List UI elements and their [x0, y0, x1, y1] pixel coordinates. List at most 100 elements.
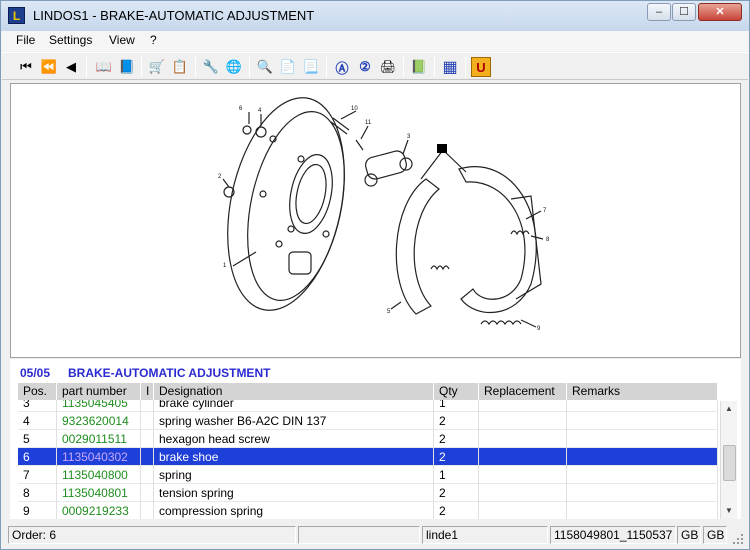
- toolbar-separator: [195, 57, 196, 77]
- scroll-thumb[interactable]: [723, 445, 736, 481]
- cell-replacement: [479, 466, 567, 484]
- green-book-button[interactable]: 📗: [409, 57, 429, 77]
- callout-11: 11: [365, 120, 372, 126]
- col-pos-label[interactable]: Pos.: [18, 383, 57, 400]
- minimize-button[interactable]: –: [647, 3, 671, 21]
- vertical-scrollbar[interactable]: ▲ ▼: [720, 401, 737, 519]
- cell-designation: brake shoe: [154, 448, 434, 466]
- zoom-button[interactable]: 🔍: [255, 57, 275, 77]
- callout-1: 1: [223, 263, 227, 269]
- scroll-up-icon[interactable]: ▲: [721, 401, 737, 417]
- print-button[interactable]: 🖨: [378, 57, 398, 77]
- window-title: LINDOS1 - BRAKE-AUTOMATIC ADJUSTMENT: [33, 8, 315, 23]
- cell-i: [141, 430, 154, 448]
- cell-part-number: 0009219233: [57, 502, 141, 519]
- cart-button[interactable]: 🛒: [147, 57, 167, 77]
- page-icon: 📄: [279, 59, 297, 74]
- col-qty-label[interactable]: Qty: [434, 383, 479, 400]
- cell-qty: 2: [434, 484, 479, 502]
- status-order: Order: 6: [8, 526, 296, 544]
- book-forward-button[interactable]: 📘: [117, 57, 137, 77]
- col-i-label[interactable]: I: [141, 383, 154, 400]
- cell-remarks: [567, 502, 718, 519]
- table-row[interactable]: 9 0009219233 compression spring 2: [18, 502, 718, 519]
- checklist-icon: 📋: [171, 59, 189, 74]
- first-page-button[interactable]: ⏮: [16, 57, 36, 77]
- table-row[interactable]: 5 0029011511 hexagon head screw 2: [18, 430, 718, 448]
- first-page-icon: ⏮: [20, 59, 32, 74]
- col-designation-label[interactable]: Designation: [154, 383, 434, 400]
- table-row-selected[interactable]: 6 1135040302 brake shoe 2: [18, 448, 718, 466]
- cell-qty: 2: [434, 448, 479, 466]
- cell-qty: 2: [434, 412, 479, 430]
- menu-bar: File Settings View ?: [2, 31, 748, 51]
- status-lang1: GB: [677, 526, 701, 544]
- search-a-icon: Ⓐ: [335, 60, 349, 76]
- callout-5: 5: [387, 309, 391, 315]
- toolbar-separator: [249, 57, 250, 77]
- blue-grid-button[interactable]: ▦: [440, 57, 460, 77]
- cell-pos: 9: [18, 502, 57, 519]
- green-book-icon: 📗: [410, 59, 428, 74]
- cell-part-number: 1135040801: [57, 484, 141, 502]
- table-row[interactable]: 7 1135040800 spring 1: [18, 466, 718, 484]
- cell-replacement: [479, 448, 567, 466]
- checklist-button[interactable]: 📋: [170, 57, 190, 77]
- col-remarks-label[interactable]: Remarks: [567, 383, 718, 400]
- col-part-number-label[interactable]: part number: [57, 383, 141, 400]
- page-fold-button[interactable]: 📃: [301, 57, 321, 77]
- cell-i: [141, 502, 154, 519]
- table-header-overlay: Pos. part number I Designation Qty Repla…: [18, 383, 718, 400]
- col-replacement-label[interactable]: Replacement: [479, 383, 567, 400]
- resize-grip-icon[interactable]: [732, 533, 744, 545]
- app-logo-icon: L: [8, 7, 25, 24]
- toolbar-separator: [86, 57, 87, 77]
- cell-designation: compression spring: [154, 502, 434, 519]
- table-row[interactable]: 8 1135040801 tension spring 2: [18, 484, 718, 502]
- cell-part-number: 9323620014: [57, 412, 141, 430]
- callout-10: 10: [351, 106, 358, 112]
- cell-designation: hexagon head screw: [154, 430, 434, 448]
- menu-view[interactable]: View: [109, 33, 135, 47]
- section-header: 05/05 BRAKE-AUTOMATIC ADJUSTMENT: [10, 359, 741, 381]
- menu-settings[interactable]: Settings: [49, 33, 92, 47]
- toolbar-separator: [434, 57, 435, 77]
- prev-button[interactable]: ◀: [61, 57, 81, 77]
- close-button[interactable]: ✕: [698, 3, 742, 21]
- callout-6: 6: [239, 106, 243, 112]
- callout-4: 4: [258, 108, 262, 114]
- scroll-down-icon[interactable]: ▼: [721, 503, 737, 519]
- status-user: linde1: [422, 526, 548, 544]
- cell-qty: 2: [434, 430, 479, 448]
- blue-grid-icon: ▦: [442, 59, 458, 76]
- menu-help[interactable]: ?: [150, 33, 157, 47]
- menu-file[interactable]: File: [16, 33, 35, 47]
- status-parts: 1158049801_1150537: [550, 526, 676, 544]
- u-button[interactable]: U: [471, 57, 491, 77]
- prev-fast-button[interactable]: ⏪: [39, 57, 59, 77]
- search-2-button[interactable]: ②: [355, 57, 375, 77]
- table-row[interactable]: 4 9323620014 spring washer B6-A2C DIN 13…: [18, 412, 718, 430]
- book-back-button[interactable]: 📖: [94, 57, 114, 77]
- toolbar-separator: [403, 57, 404, 77]
- main-window: L LINDOS1 - BRAKE-AUTOMATIC ADJUSTMENT –…: [0, 0, 750, 550]
- cart-icon: 🛒: [148, 59, 166, 74]
- cell-pos: 7: [18, 466, 57, 484]
- cell-designation: spring washer B6-A2C DIN 137: [154, 412, 434, 430]
- maximize-button[interactable]: ☐: [672, 3, 696, 21]
- cell-i: [141, 448, 154, 466]
- wrench-icon: 🔧: [202, 59, 220, 74]
- cell-pos: 8: [18, 484, 57, 502]
- title-bar[interactable]: L LINDOS1 - BRAKE-AUTOMATIC ADJUSTMENT –…: [1, 1, 749, 31]
- search-a-button[interactable]: Ⓐ: [332, 57, 352, 77]
- brake-shoe-right: [458, 166, 537, 314]
- book-back-icon: 📖: [95, 59, 113, 74]
- wrench-button[interactable]: 🔧: [201, 57, 221, 77]
- parts-drawing[interactable]: 6 4 10 11 3 2 1 5 7 8 9: [10, 83, 741, 358]
- globe-button[interactable]: 🌐: [224, 57, 244, 77]
- cell-qty: 2: [434, 502, 479, 519]
- page-button[interactable]: 📄: [278, 57, 298, 77]
- cell-remarks: [567, 412, 718, 430]
- callout-7: 7: [543, 208, 547, 214]
- callout-6-box: [437, 144, 447, 153]
